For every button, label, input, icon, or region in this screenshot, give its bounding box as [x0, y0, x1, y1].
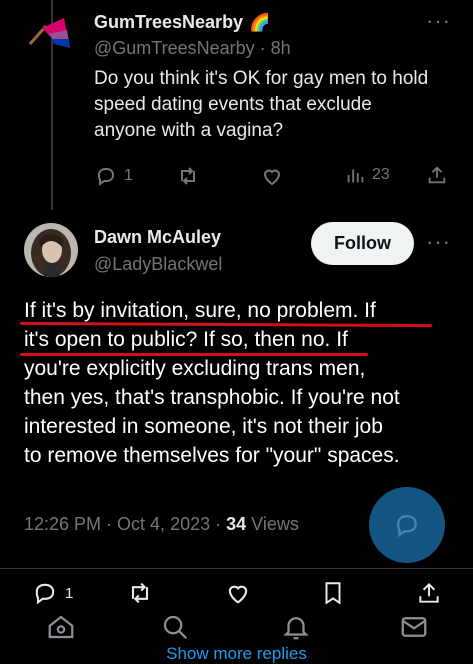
- home-icon: [48, 615, 74, 639]
- handle[interactable]: @LadyBlackwel: [94, 254, 222, 275]
- parent-repost-button[interactable]: [176, 164, 200, 188]
- nav-search[interactable]: [160, 612, 190, 642]
- parent-more-icon[interactable]: ···: [426, 8, 451, 34]
- tweet-metadata: 12:26 PM · Oct 4, 2023 · 34 Views: [24, 514, 299, 534]
- nav-home[interactable]: [46, 612, 76, 642]
- divider: [0, 568, 473, 569]
- flag-avatar[interactable]: [24, 4, 78, 58]
- share-icon: [428, 166, 446, 184]
- reply-button[interactable]: 1: [31, 579, 73, 607]
- share-button[interactable]: [416, 579, 442, 607]
- parent-display-name[interactable]: GumTreesNearby 🌈: [94, 12, 270, 33]
- nav-messages[interactable]: [399, 612, 429, 642]
- tweet-text-line: it's open to public? If so, then no. If: [24, 328, 348, 351]
- search-icon: [163, 615, 188, 640]
- tweet-time[interactable]: 12:26 PM: [24, 514, 101, 534]
- mail-icon: [401, 617, 427, 637]
- show-more-replies-link[interactable]: Show more replies: [0, 644, 473, 664]
- parent-action-bar: 1 23: [94, 160, 450, 194]
- tweet-text-line: then yes, that's transphobic. If you're …: [24, 386, 400, 409]
- repost-icon: [131, 582, 149, 604]
- tweet-text-line: to remove themselves for "your" spaces.: [24, 444, 400, 467]
- views-label: Views: [251, 514, 299, 534]
- bell-icon: [283, 617, 309, 640]
- parent-views-button[interactable]: 23: [344, 164, 390, 186]
- rainbow-icon: 🌈: [249, 12, 271, 32]
- compose-reply-button[interactable]: [369, 487, 445, 563]
- parent-like-button[interactable]: [260, 164, 284, 188]
- parent-reply-button[interactable]: 1: [94, 164, 133, 188]
- tweet-text-line: If it's by invitation, sure, no problem.…: [24, 299, 376, 322]
- parent-share-button[interactable]: [426, 164, 448, 186]
- like-button[interactable]: [224, 579, 252, 607]
- follow-button[interactable]: Follow: [311, 222, 414, 265]
- tweet-text-line: you're explicitly excluding trans men,: [24, 357, 366, 380]
- repost-button[interactable]: [126, 579, 154, 607]
- heart-icon: [228, 585, 248, 604]
- parent-tweet-text: Do you think it's OK for gay men to hold…: [94, 68, 429, 141]
- avatar[interactable]: [24, 223, 78, 277]
- more-options-icon[interactable]: ···: [426, 229, 451, 255]
- reply-bubble-icon: [397, 515, 417, 538]
- tweet-text-line: interested in someone, it's not their jo…: [24, 415, 383, 438]
- display-name[interactable]: Dawn McAuley: [94, 227, 221, 248]
- tweet-date[interactable]: Oct 4, 2023: [117, 514, 210, 534]
- reply-icon: [97, 167, 115, 186]
- views-count: 34: [226, 514, 247, 534]
- parent-handle-time[interactable]: @GumTreesNearby · 8h: [94, 38, 291, 59]
- bookmark-icon: [325, 582, 341, 605]
- reply-icon: [35, 583, 55, 605]
- bookmark-button[interactable]: [320, 579, 346, 607]
- red-underline-annotation: [20, 353, 368, 356]
- share-icon: [419, 582, 439, 603]
- views-icon: [347, 169, 364, 183]
- heart-icon: [263, 169, 281, 186]
- repost-icon: [181, 167, 195, 185]
- nav-notifications[interactable]: [281, 612, 311, 642]
